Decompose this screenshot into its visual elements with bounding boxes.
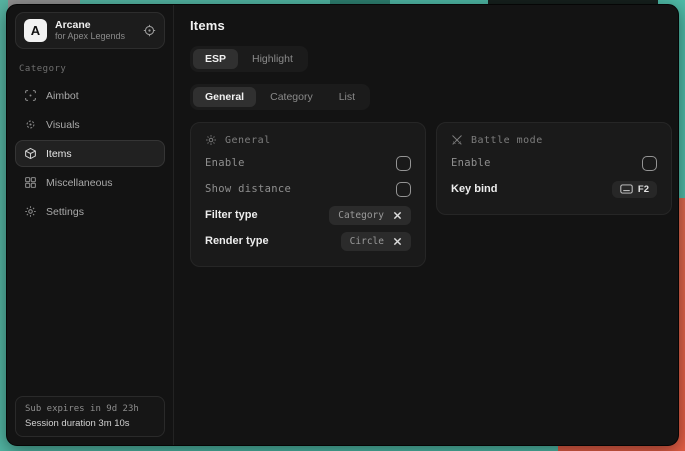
setting-label: Render type	[205, 235, 269, 247]
tab-list[interactable]: List	[327, 87, 367, 107]
page-title: Items	[190, 18, 672, 33]
sidebar-item-label: Settings	[46, 206, 84, 218]
sidebar-item-visuals[interactable]: Visuals	[15, 111, 165, 138]
sidebar-nav: Aimbot Visuals Items	[15, 82, 165, 225]
tab-general[interactable]: General	[193, 87, 256, 107]
target-icon[interactable]	[143, 24, 156, 37]
close-icon[interactable]	[393, 211, 402, 220]
sidebar-item-settings[interactable]: Settings	[15, 198, 165, 225]
render-type-select[interactable]: Circle	[341, 232, 411, 251]
view-tab-group: General Category List	[190, 84, 370, 110]
brand-logo: A	[24, 19, 47, 42]
package-icon	[24, 147, 37, 160]
sub-expires-text: Sub expires in 9d 23h	[25, 404, 155, 414]
battle-mode-panel-header: Battle mode	[451, 134, 657, 146]
mode-tab-group: ESP Highlight	[190, 46, 308, 72]
general-panel-header: General	[205, 134, 411, 146]
sidebar-item-items[interactable]: Items	[15, 140, 165, 167]
crosshair-scan-icon	[24, 89, 37, 102]
enable-checkbox[interactable]	[396, 156, 411, 171]
show-distance-checkbox[interactable]	[396, 182, 411, 197]
close-icon[interactable]	[393, 237, 402, 246]
sun-icon	[205, 134, 217, 146]
main-content: Items ESP Highlight General Category Lis…	[174, 5, 679, 445]
panel-title: Battle mode	[471, 135, 543, 146]
setting-row-render-type: Render type Circle	[205, 228, 411, 254]
filter-type-value: Category	[338, 210, 384, 221]
render-type-value: Circle	[350, 236, 384, 247]
subscription-info-card: Sub expires in 9d 23h Session duration 3…	[15, 396, 165, 437]
setting-label: Enable	[451, 157, 491, 169]
app-window: A Arcane for Apex Legends Category	[6, 4, 679, 446]
sidebar-item-aimbot[interactable]: Aimbot	[15, 82, 165, 109]
setting-row-enable: Enable	[205, 150, 411, 176]
setting-label: Show distance	[205, 183, 291, 195]
grid-icon	[24, 176, 37, 189]
eye-scan-icon	[24, 118, 37, 131]
setting-row-enable: Enable	[451, 150, 657, 176]
brand-subtitle: for Apex Legends	[55, 31, 135, 41]
sidebar-item-label: Aimbot	[46, 90, 79, 102]
swords-icon	[451, 134, 463, 146]
tab-highlight[interactable]: Highlight	[240, 49, 305, 69]
setting-label: Filter type	[205, 209, 258, 221]
filter-type-select[interactable]: Category	[329, 206, 411, 225]
tab-category[interactable]: Category	[258, 87, 325, 107]
setting-row-filter-type: Filter type Category	[205, 202, 411, 228]
brand-text: Arcane for Apex Legends	[55, 19, 135, 41]
sidebar-item-label: Items	[46, 148, 72, 160]
sidebar: A Arcane for Apex Legends Category	[7, 5, 174, 445]
setting-label: Key bind	[451, 183, 497, 195]
key-bind-button[interactable]: F2	[612, 181, 657, 198]
panels-row: General Enable Show distance Filter type…	[190, 122, 672, 267]
keyboard-icon	[620, 184, 633, 194]
general-panel: General Enable Show distance Filter type…	[190, 122, 426, 267]
battle-mode-panel: Battle mode Enable Key bind	[436, 122, 672, 215]
setting-label: Enable	[205, 157, 245, 169]
sidebar-item-label: Miscellaneous	[46, 177, 113, 189]
session-duration-text: Session duration 3m 10s	[25, 418, 155, 429]
battle-enable-checkbox[interactable]	[642, 156, 657, 171]
panel-title: General	[225, 135, 271, 146]
sidebar-item-miscellaneous[interactable]: Miscellaneous	[15, 169, 165, 196]
gear-icon	[24, 205, 37, 218]
tab-esp[interactable]: ESP	[193, 49, 238, 69]
setting-row-show-distance: Show distance	[205, 176, 411, 202]
brand-name: Arcane	[55, 19, 135, 31]
setting-row-key-bind: Key bind F2	[451, 176, 657, 202]
key-bind-value: F2	[638, 184, 649, 195]
sidebar-section-label: Category	[19, 64, 161, 74]
sidebar-item-label: Visuals	[46, 119, 80, 131]
brand-card[interactable]: A Arcane for Apex Legends	[15, 12, 165, 49]
